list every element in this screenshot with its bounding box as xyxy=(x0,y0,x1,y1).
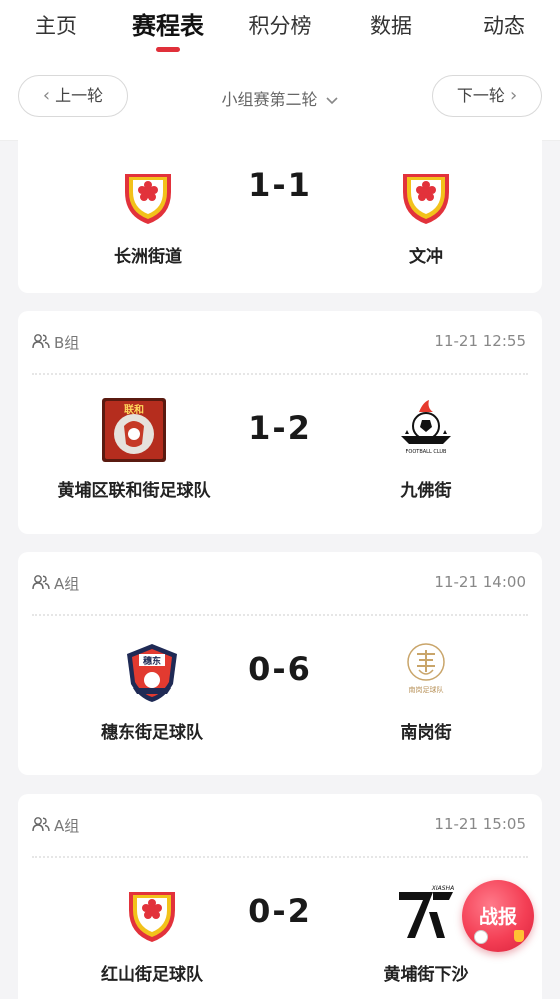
away-team: FOOTBALL CLUB 九佛街 xyxy=(326,398,526,501)
team-logo xyxy=(119,882,185,948)
logo-text: XIASHA xyxy=(431,885,454,892)
gold-emblem-icon: 南岗足球队 xyxy=(407,643,445,694)
match-card[interactable]: B组 11-21 12:55 联和 黄埔区联和街足球队 1-2 FOOTBALL… xyxy=(18,311,542,534)
logo-text: 联和 xyxy=(124,403,144,416)
team-logo: 穗东 xyxy=(119,640,185,706)
team-name: 长洲街道 xyxy=(114,247,182,267)
group-icon xyxy=(32,334,50,349)
divider xyxy=(32,373,528,375)
team-name: 黄埔区联和街足球队 xyxy=(57,481,211,501)
schedule-page: 主页 赛程表 积分榜 数据 动态 ‹ 上一轮 小组赛第二轮 下一轮 › 长洲街道… xyxy=(0,0,560,999)
divider xyxy=(32,856,528,858)
next-round-label: 下一轮 xyxy=(456,86,505,105)
team-logo xyxy=(393,164,459,230)
team-logo: 联和 xyxy=(101,398,167,464)
team-logo: 南岗足球队 xyxy=(393,640,459,706)
group-label: B组 xyxy=(54,334,80,352)
team-name: 穗东街足球队 xyxy=(101,723,203,743)
tab-schedule[interactable]: 赛程表 xyxy=(122,8,214,44)
away-team: 文冲 xyxy=(326,164,526,267)
shield-star-icon xyxy=(403,174,449,224)
group-icon xyxy=(32,817,50,832)
soccer-ball-crest-icon: FOOTBALL CLUB xyxy=(401,400,451,455)
active-tab-indicator xyxy=(156,47,180,52)
logo-text: 穗东 xyxy=(143,655,161,667)
team-name: 黄埔街下沙 xyxy=(383,965,469,985)
group-icon xyxy=(32,575,50,590)
stylized-logo-icon: XIASHA xyxy=(399,885,454,938)
team-logo xyxy=(115,164,181,230)
match-card-header: B组 11-21 12:55 xyxy=(18,311,542,367)
team-name: 文冲 xyxy=(409,247,443,267)
shield-crest-icon: 穗东 xyxy=(127,644,177,702)
team-name: 九佛街 xyxy=(400,481,452,501)
tab-standings[interactable]: 积分榜 xyxy=(238,8,322,44)
battle-report-label: 战报 xyxy=(478,906,517,928)
shield-star-icon xyxy=(129,892,175,942)
group-label: A组 xyxy=(54,817,80,835)
logo-text: FOOTBALL CLUB xyxy=(406,449,448,455)
team-name: 红山街足球队 xyxy=(101,965,203,985)
crest-logo-icon: 联和 xyxy=(102,398,166,462)
match-card-header: A组 11-21 15:05 xyxy=(18,794,542,850)
match-time: 11-21 15:05 xyxy=(434,815,526,833)
match-card[interactable]: A组 11-21 14:00 穗东 穗东街足球队 0-6 南岗足球队 南岗街 xyxy=(18,552,542,775)
match-card-header: A组 11-21 14:00 xyxy=(18,552,542,608)
logo-text: 南岗足球队 xyxy=(409,685,444,694)
round-title: 小组赛第二轮 xyxy=(221,90,318,109)
match-card[interactable]: 长洲街道 1-1 文冲 xyxy=(18,140,542,293)
tab-stats[interactable]: 数据 xyxy=(352,8,430,44)
match-time: 11-21 12:55 xyxy=(434,332,526,350)
round-navigation: ‹ 上一轮 小组赛第二轮 下一轮 › xyxy=(0,54,560,141)
trophy-icon xyxy=(514,930,524,942)
match-card[interactable]: A组 11-21 15:05 红山街足球队 0-2 XIASHA 黄埔街下沙 xyxy=(18,794,542,999)
team-logo: FOOTBALL CLUB xyxy=(393,398,459,464)
next-round-button[interactable]: 下一轮 › xyxy=(432,75,542,117)
tab-activity[interactable]: 动态 xyxy=(466,8,542,44)
team-name: 南岗街 xyxy=(400,723,452,743)
away-team: 南岗足球队 南岗街 xyxy=(326,640,526,743)
battle-report-button[interactable]: 战报 xyxy=(462,880,534,952)
match-time: 11-21 14:00 xyxy=(434,573,526,591)
tab-home[interactable]: 主页 xyxy=(18,8,94,44)
chevron-right-icon: › xyxy=(509,85,518,106)
team-logo: XIASHA xyxy=(393,882,459,948)
group-label: A组 xyxy=(54,575,80,593)
top-tab-bar: 主页 赛程表 积分榜 数据 动态 xyxy=(0,0,560,54)
chevron-down-icon xyxy=(325,96,338,104)
divider xyxy=(32,614,528,616)
shield-star-icon xyxy=(125,174,171,224)
soccer-ball-icon xyxy=(474,930,488,944)
